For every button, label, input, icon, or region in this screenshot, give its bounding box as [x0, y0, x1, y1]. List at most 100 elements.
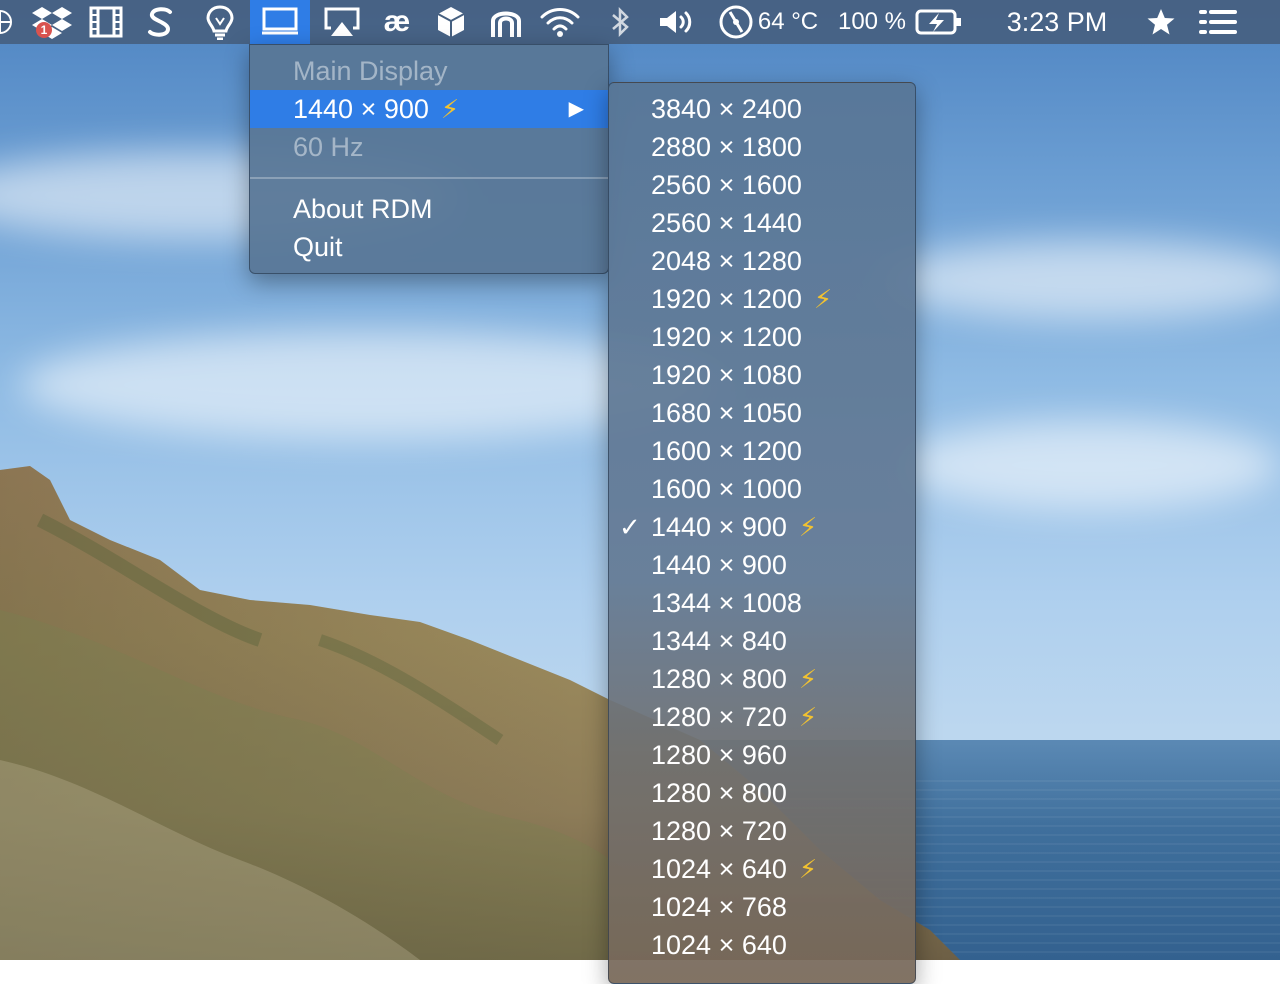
wifi-icon[interactable] — [536, 0, 584, 44]
menu-header-label: Main Display — [293, 56, 448, 86]
resolution-label: 1920 × 1080 — [651, 356, 802, 394]
resolution-label: 1024 × 640 — [651, 926, 787, 964]
resolution-text: 2560 × 1600 — [651, 170, 802, 200]
bluetooth-icon[interactable] — [600, 0, 640, 44]
hidpi-bolt-icon: ⚡ — [798, 854, 818, 884]
battery-percent[interactable]: 100 % — [834, 0, 910, 44]
resolution-option[interactable]: 1440 × 900 — [609, 546, 915, 584]
refresh-rate-label: 60 Hz — [293, 132, 364, 162]
resolution-option[interactable]: 1280 × 800 ⚡ — [609, 660, 915, 698]
resolution-text: 1280 × 800 — [651, 778, 787, 808]
battery-charging-icon[interactable] — [912, 0, 966, 44]
resolution-option[interactable]: 1024 × 768 — [609, 888, 915, 926]
resolution-label: 1280 × 960 — [651, 736, 787, 774]
resolution-text: 1280 × 720 — [651, 816, 787, 846]
resolution-option[interactable]: 1680 × 1050 — [609, 394, 915, 432]
resolution-label: 1280 × 800 — [651, 774, 787, 812]
resolution-option[interactable]: 1024 × 640 — [609, 926, 915, 964]
resolution-option[interactable]: 1600 × 1200 — [609, 432, 915, 470]
resolution-text: 1440 × 900 — [651, 550, 787, 580]
menu-item-refresh-rate: 60 Hz — [250, 128, 608, 166]
dropbox-icon[interactable] — [28, 0, 76, 44]
menu-header-main-display: Main Display — [250, 52, 608, 90]
scrivener-icon[interactable] — [140, 0, 180, 44]
resolution-text: 1024 × 640 — [651, 854, 787, 884]
resolution-label: 1024 × 640 ⚡ — [651, 850, 817, 888]
temperature-text: 64 °C — [757, 8, 819, 35]
hidpi-bolt-icon: ⚡ — [798, 664, 818, 694]
resolution-option[interactable]: 1280 × 960 — [609, 736, 915, 774]
arch-icon[interactable] — [484, 0, 528, 44]
resolution-label: 1344 × 840 — [651, 622, 787, 660]
resolution-label: 1600 × 1000 — [651, 470, 802, 508]
ae-glyph: æ — [383, 5, 411, 38]
resolution-option[interactable]: 1280 × 720 — [609, 812, 915, 850]
cube-icon[interactable] — [430, 0, 472, 44]
resolution-option[interactable]: 2880 × 1800 — [609, 128, 915, 166]
film-icon[interactable] — [86, 0, 126, 44]
resolution-text: 1344 × 840 — [651, 626, 787, 656]
resolution-label: 1344 × 1008 — [651, 584, 802, 622]
globe-icon[interactable] — [0, 0, 14, 44]
resolution-label: 1024 × 768 — [651, 888, 787, 926]
hidpi-bolt-icon: ⚡ — [798, 512, 818, 542]
resolution-label: 2880 × 1800 — [651, 128, 802, 166]
ae-icon[interactable]: æ — [374, 0, 420, 44]
menu-item-current-resolution[interactable]: 1440 × 900 ⚡ ▶ — [250, 90, 608, 128]
resolution-text: 1024 × 768 — [651, 892, 787, 922]
airplay-icon[interactable] — [320, 0, 364, 44]
resolution-label: 1280 × 800 ⚡ — [651, 660, 817, 698]
resolution-option[interactable]: 1280 × 800 — [609, 774, 915, 812]
lightbulb-icon[interactable] — [198, 0, 242, 44]
resolution-option[interactable]: ✓ 1440 × 900 ⚡ — [609, 508, 915, 546]
star-icon[interactable] — [1140, 0, 1182, 44]
resolution-option[interactable]: 3840 × 2400 — [609, 90, 915, 128]
current-resolution-label: 1440 × 900 — [293, 94, 429, 124]
checkmark-icon: ✓ — [619, 512, 641, 542]
resolution-text: 1680 × 1050 — [651, 398, 802, 428]
resolution-option[interactable]: 1344 × 840 — [609, 622, 915, 660]
volume-icon[interactable] — [654, 0, 700, 44]
resolution-text: 2560 × 1440 — [651, 208, 802, 238]
temperature-readout[interactable]: 64 °C — [756, 0, 820, 44]
resolution-option[interactable]: 1600 × 1000 — [609, 470, 915, 508]
hidpi-bolt-icon: ⚡ — [813, 284, 833, 314]
resolution-text: 1280 × 960 — [651, 740, 787, 770]
resolution-option[interactable]: 2560 × 1600 — [609, 166, 915, 204]
resolution-label: 2048 × 1280 — [651, 242, 802, 280]
resolution-label: 2560 × 1600 — [651, 166, 802, 204]
resolution-label: 2560 × 1440 — [651, 204, 802, 242]
menu-item-quit[interactable]: Quit — [250, 228, 608, 266]
notification-badge: 1 — [36, 22, 52, 38]
resolution-text: 1344 × 1008 — [651, 588, 802, 618]
resolution-text: 1280 × 800 — [651, 664, 787, 694]
resolution-option[interactable]: 1920 × 1200 ⚡ — [609, 280, 915, 318]
resolution-label: 1920 × 1200 — [651, 318, 802, 356]
resolution-text: 1920 × 1080 — [651, 360, 802, 390]
resolution-label: 3840 × 2400 — [651, 90, 802, 128]
current-resolution-row: 1440 × 900 ⚡ — [293, 90, 459, 128]
clock[interactable]: 3:23 PM — [990, 0, 1124, 44]
menu-bar: 1 æ 64 °C 100 % 3:23 PM — [0, 0, 1280, 44]
resolution-label: 1680 × 1050 — [651, 394, 802, 432]
list-icon[interactable] — [1196, 0, 1240, 44]
resolution-text: 1024 × 640 — [651, 930, 787, 960]
resolution-option[interactable]: 1920 × 1080 — [609, 356, 915, 394]
resolution-label: 1440 × 900 ⚡ — [651, 508, 817, 546]
rdm-menu: Main Display 1440 × 900 ⚡ ▶ 60 Hz About R… — [249, 44, 609, 274]
resolution-text: 3840 × 2400 — [651, 94, 802, 124]
display-icon[interactable] — [250, 0, 310, 44]
temperature-gauge-icon[interactable] — [714, 0, 758, 44]
resolution-option[interactable]: 1344 × 1008 — [609, 584, 915, 622]
resolution-label: 1600 × 1200 — [651, 432, 802, 470]
clock-text: 3:23 PM — [1006, 6, 1108, 37]
resolution-option[interactable]: 2560 × 1440 — [609, 204, 915, 242]
resolution-option[interactable]: 1024 × 640 ⚡ — [609, 850, 915, 888]
battery-percent-text: 100 % — [837, 8, 907, 35]
resolution-option[interactable]: 1280 × 720 ⚡ — [609, 698, 915, 736]
resolution-option[interactable]: 1920 × 1200 — [609, 318, 915, 356]
resolution-option[interactable]: 2048 × 1280 — [609, 242, 915, 280]
menu-item-about[interactable]: About RDM — [250, 190, 608, 228]
menu-separator — [250, 177, 608, 179]
resolution-submenu: 3840 × 2400 2880 × 1800 2560 × 1600 2560 × … — [608, 82, 916, 984]
